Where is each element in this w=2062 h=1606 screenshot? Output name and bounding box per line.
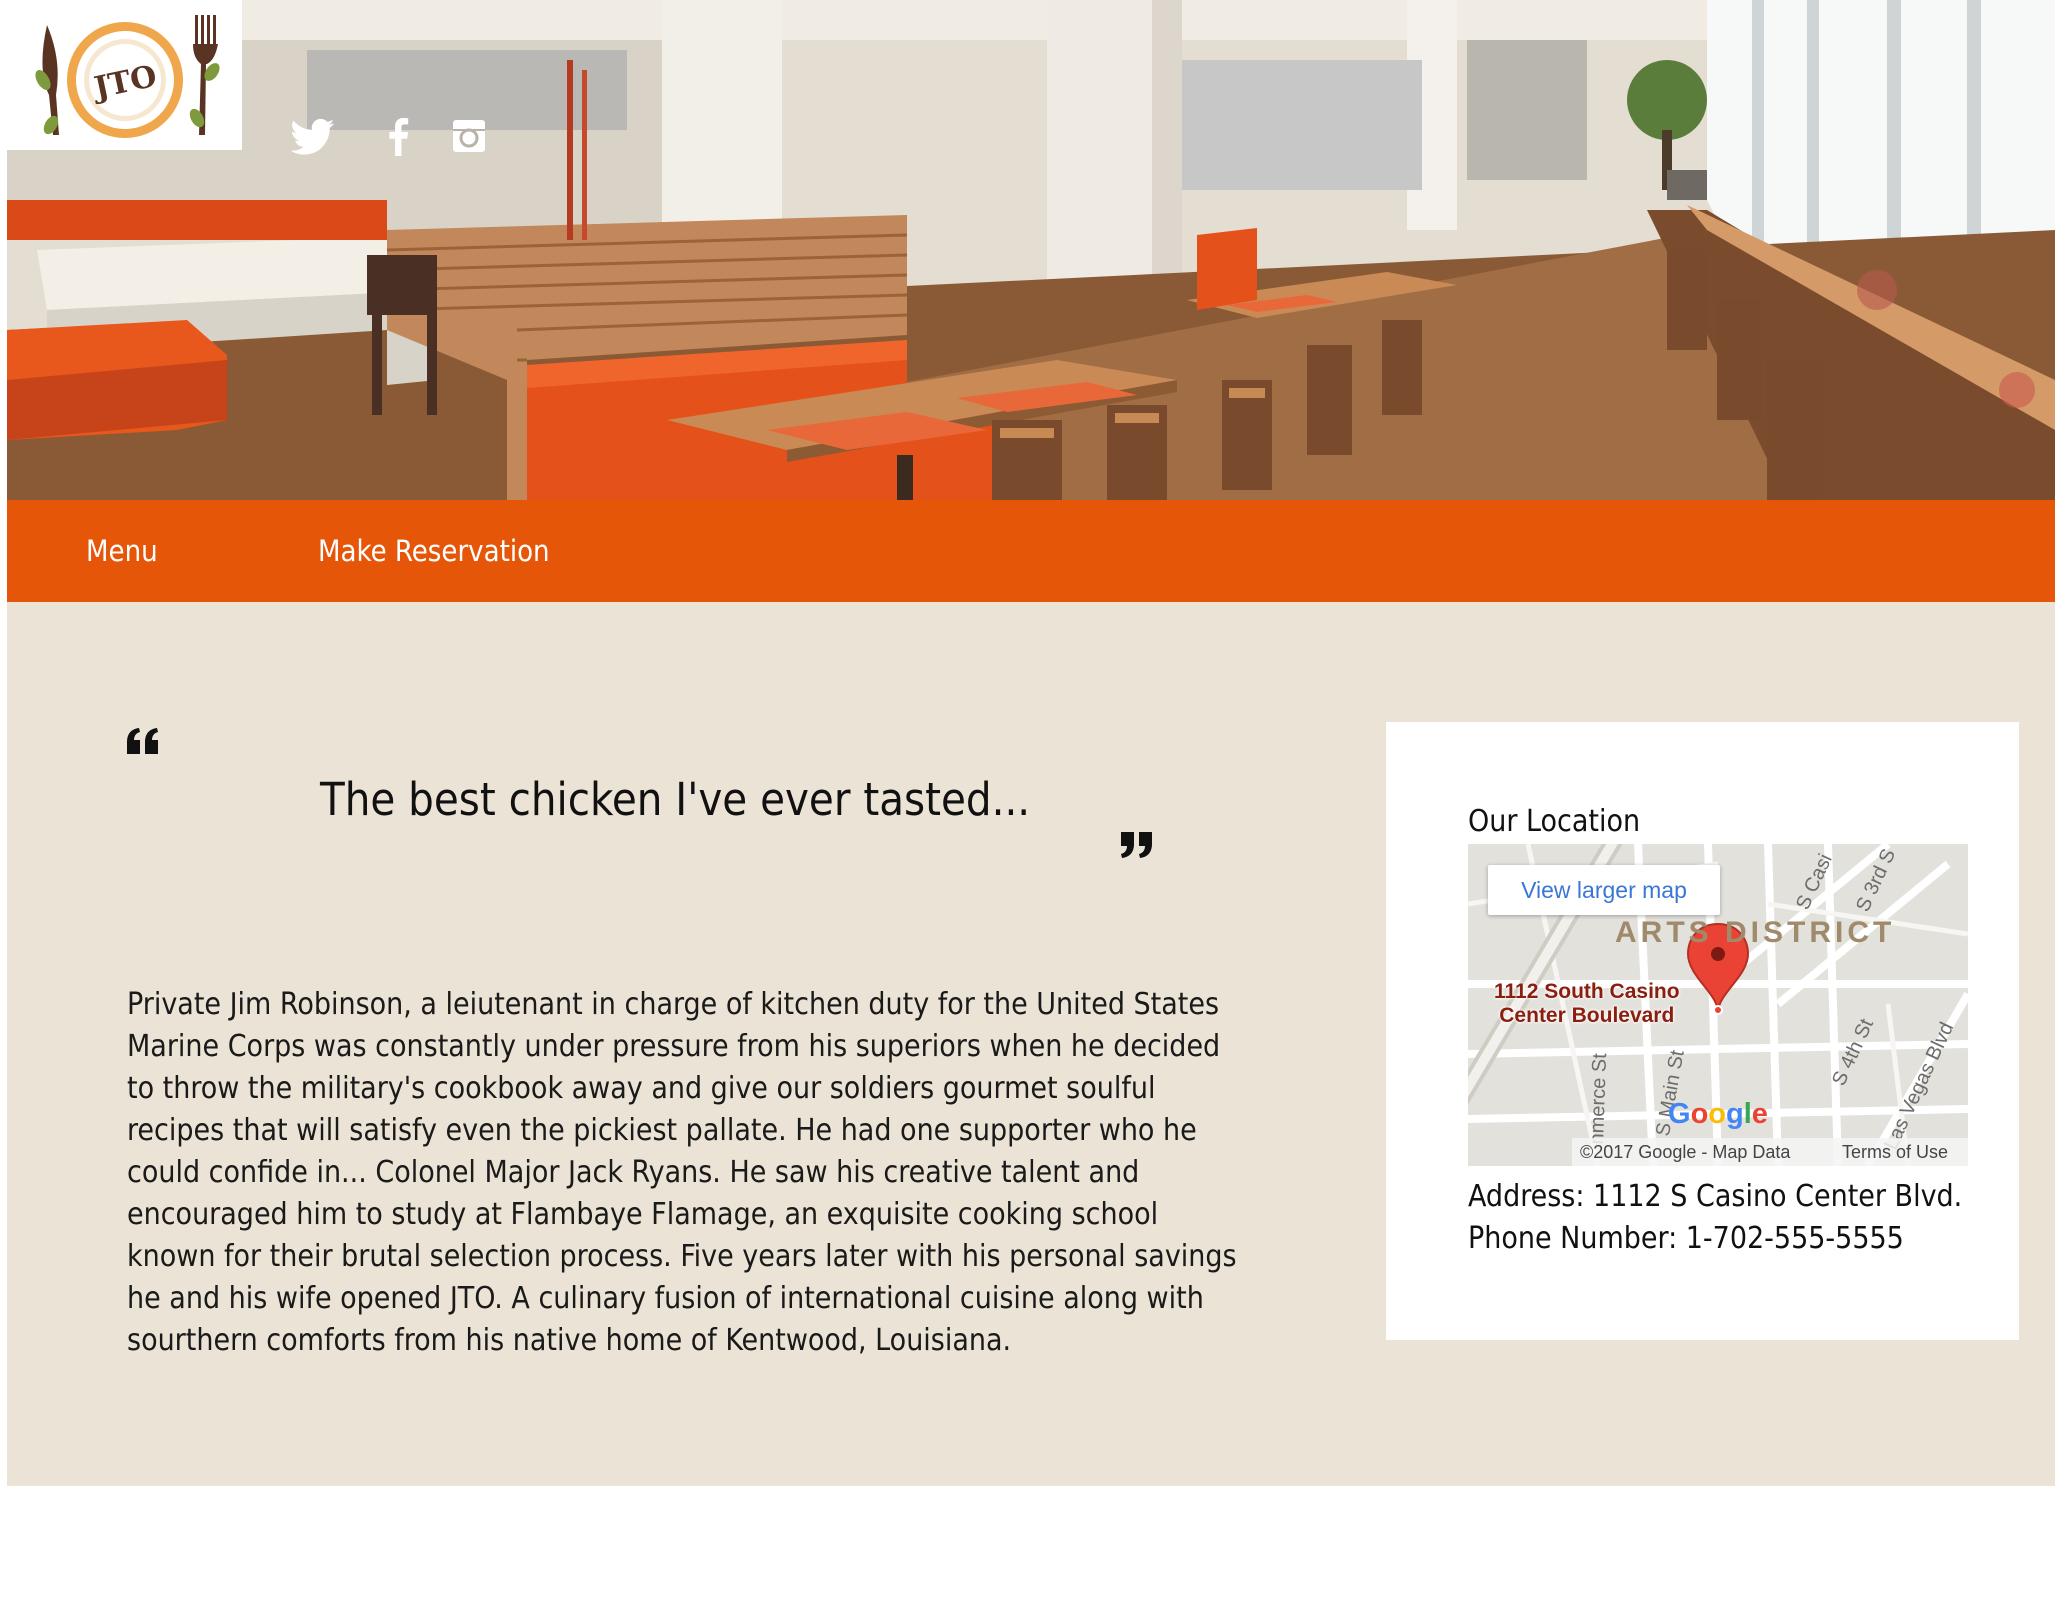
street-label: nmerce St <box>1586 1052 1612 1145</box>
phone-text: Phone Number: 1-702-555-5555 <box>1468 1221 1904 1256</box>
restaurant-interior-image <box>7 0 2055 500</box>
founder-story: Private Jim Robinson, a leiutenant in ch… <box>127 987 1237 1358</box>
map-pin-label: 1112 South Casino Center Boulevard <box>1494 980 1680 1027</box>
nav-item-make-reservation[interactable]: Make Reservation <box>318 532 550 570</box>
hero-banner: JTO <box>7 0 2055 500</box>
location-title: Our Location <box>1468 804 1641 839</box>
location-card: Our Location View larger map ARTS DISTRI… <box>1386 722 2019 1340</box>
address-text: Address: 1112 S Casino Center Blvd. <box>1468 1179 1963 1214</box>
view-larger-map-link[interactable]: View larger map <box>1488 865 1720 915</box>
twitter-icon[interactable] <box>291 118 335 162</box>
map-district-label: ARTS DISTRICT <box>1615 916 1896 949</box>
google-map[interactable]: View larger map ARTS DISTRICT 1112 South… <box>1468 844 1968 1166</box>
map-terms-link[interactable]: Terms of Use <box>1842 1138 1948 1166</box>
close-quote-icon <box>1120 832 1152 858</box>
jto-logo[interactable]: JTO <box>7 0 242 150</box>
content-section: The best chicken I've ever tasted... Pri… <box>7 602 2055 1486</box>
open-quote-icon <box>127 728 159 754</box>
map-copyright: ©2017 Google - Map Data <box>1580 1142 1791 1162</box>
map-footer: ©2017 Google - Map Data Terms of Use <box>1572 1138 1968 1166</box>
testimonial-quote: The best chicken I've ever tasted... <box>320 773 1031 826</box>
facebook-icon[interactable] <box>387 118 411 162</box>
google-logo: Google <box>1668 1098 1768 1130</box>
footer <box>7 1486 2055 1606</box>
main-nav: Menu Make Reservation <box>7 500 2055 602</box>
page: JTO Menu Make Reservation The best chick… <box>7 0 2055 1606</box>
nav-item-menu[interactable]: Menu <box>86 532 158 570</box>
instagram-icon[interactable] <box>451 118 487 162</box>
